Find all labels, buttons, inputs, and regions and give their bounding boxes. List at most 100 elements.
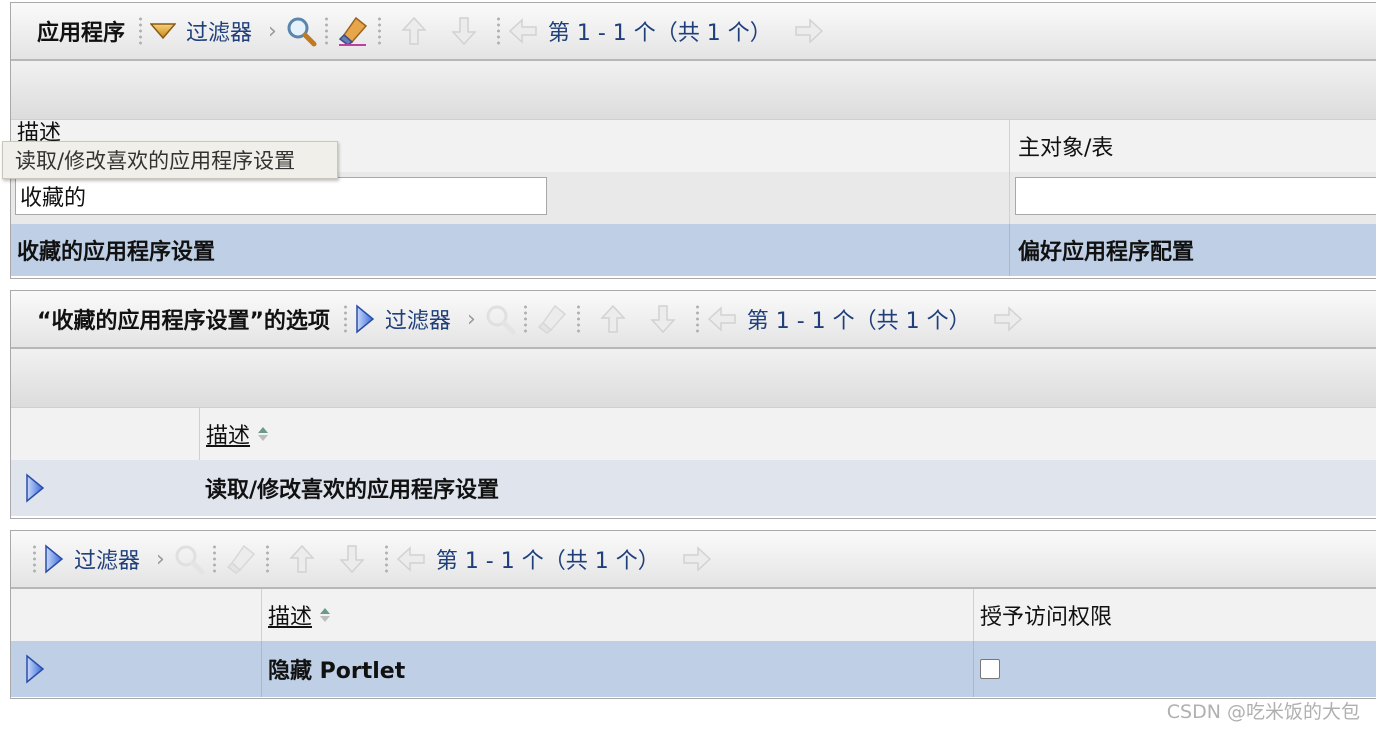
row-expand-cell[interactable] [25, 460, 195, 516]
toolbar-separator [377, 16, 381, 46]
arrow-down-icon [339, 545, 365, 574]
permissions-panel: 过滤器 › 第 1 - 1 个（共 1 个） 描述 授予访问权限 隐藏 Port… [10, 530, 1376, 699]
arrow-right-icon [682, 546, 711, 572]
move-down-button[interactable] [339, 544, 365, 574]
eraser-icon [338, 16, 367, 46]
move-up-button[interactable] [289, 544, 315, 574]
move-down-button[interactable] [650, 304, 676, 334]
options-toolbar: “收藏的应用程序设置”的选项 过滤器 › 第 1 - 1 个（共 1 个） [11, 291, 1376, 349]
arrow-right-icon [794, 18, 823, 44]
magnifier-icon [287, 17, 317, 47]
row-desc-cell: 读取/修改喜欢的应用程序设置 [205, 460, 1376, 516]
row-desc-text: 收藏的应用程序设置 [17, 240, 216, 265]
arrow-left-icon [508, 18, 537, 44]
filter-toggle-button[interactable]: 过滤器 [355, 303, 451, 335]
sort-arrows-icon [258, 426, 269, 442]
toolbar-separator [324, 16, 328, 46]
sort-arrows-icon [320, 607, 331, 623]
arrow-up-icon [600, 304, 626, 333]
desc-filter-input[interactable]: 收藏的 [15, 177, 547, 215]
magnifier-icon [486, 305, 516, 335]
filter-label: 过滤器 [384, 309, 451, 334]
applications-toolbar: 应用程序 过滤器 › 第 1 - 1 个（共 1 个） [11, 3, 1376, 61]
clear-filter-button[interactable] [224, 543, 258, 575]
chevron-right-icon: › [466, 306, 476, 332]
grant-access-column-header[interactable]: 授予访问权限 [973, 589, 1376, 641]
previous-page-button[interactable] [396, 546, 426, 572]
row-handle-header [11, 589, 261, 641]
pager-text: 第 1 - 1 个（共 1 个） [547, 21, 772, 46]
toolbar-separator [384, 544, 388, 574]
desc-column-header[interactable]: 描述 [199, 408, 1376, 460]
row-desc-text: 读取/修改喜欢的应用程序设置 [205, 478, 500, 503]
clear-filter-button[interactable] [535, 303, 569, 335]
move-up-button[interactable] [600, 304, 626, 334]
filter-toggle-button[interactable]: 过滤器 [44, 543, 140, 575]
chevron-right-icon: › [268, 18, 277, 44]
toolbar-separator [523, 304, 527, 334]
search-button[interactable] [173, 543, 205, 575]
next-page-button[interactable] [682, 546, 712, 572]
arrow-right-icon [993, 306, 1022, 332]
arrow-down-icon [650, 305, 676, 334]
grant-access-checkbox[interactable] [980, 659, 1000, 679]
triangle-right-icon[interactable] [25, 654, 45, 684]
search-button[interactable] [285, 15, 317, 47]
eraser-icon [226, 544, 255, 574]
column-header-row: 描述 授予访问权限 [11, 589, 1376, 641]
row-desc-cell: 收藏的应用程序设置 [17, 224, 1007, 276]
filter-toggle-button[interactable]: 过滤器 [150, 15, 252, 47]
triangle-right-icon[interactable] [25, 473, 45, 503]
chevron-right-icon: › [156, 546, 165, 572]
grant-access-header-label: 授予访问权限 [980, 605, 1113, 630]
next-page-button[interactable] [993, 306, 1023, 332]
filter-row: 收藏的 [11, 172, 1376, 224]
search-button[interactable] [484, 303, 516, 335]
tooltip-text: 读取/修改喜欢的应用程序设置 [15, 149, 296, 173]
toolbar-separator [576, 304, 580, 334]
toolbar-separator [496, 16, 500, 46]
main-object-filter-input[interactable] [1015, 177, 1376, 215]
triangle-right-icon [356, 304, 375, 334]
eraser-icon [537, 304, 566, 334]
row-expand-cell[interactable] [25, 641, 255, 697]
toolbar-separator [33, 544, 36, 574]
toolbar-separator [139, 16, 143, 46]
filter-label: 过滤器 [74, 549, 141, 574]
main-object-header-label: 主对象/表 [1018, 136, 1114, 161]
magnifier-icon [175, 545, 205, 575]
row-desc-text: 隐藏 Portlet [268, 659, 406, 684]
toolbar-separator [265, 544, 269, 574]
desc-sort-link[interactable]: 描述 [268, 599, 312, 631]
description-tooltip: 读取/修改喜欢的应用程序设置 [2, 141, 338, 179]
table-row[interactable]: 隐藏 Portlet [11, 641, 1376, 697]
options-title: “收藏的应用程序设置”的选项 [37, 309, 330, 334]
row-desc-cell: 隐藏 Portlet [261, 641, 980, 697]
row-main-text: 偏好应用程序配置 [1018, 240, 1195, 265]
arrow-down-icon [451, 17, 477, 46]
table-row[interactable]: 收藏的应用程序设置 偏好应用程序配置 [11, 224, 1376, 276]
triangle-right-icon [45, 544, 64, 574]
clear-filter-button[interactable] [336, 15, 370, 47]
pager-text: 第 1 - 1 个（共 1 个） [746, 309, 971, 334]
main-object-column-header[interactable]: 主对象/表 [1009, 120, 1376, 172]
row-main-cell: 偏好应用程序配置 [1009, 224, 1376, 276]
applications-title: 应用程序 [37, 21, 126, 46]
next-page-button[interactable] [794, 18, 824, 44]
toolbar-separator [695, 304, 699, 334]
desc-sort-link[interactable]: 描述 [206, 418, 250, 450]
move-down-button[interactable] [451, 16, 477, 46]
arrow-up-icon [289, 544, 315, 573]
desc-column-header[interactable]: 描述 [261, 589, 980, 641]
table-row[interactable]: 读取/修改喜欢的应用程序设置 [11, 460, 1376, 516]
chevron-down-icon [150, 23, 177, 40]
arrow-up-icon [401, 16, 427, 45]
toolbar-separator [212, 544, 216, 574]
options-panel: “收藏的应用程序设置”的选项 过滤器 › 第 1 - 1 个（共 1 个） 描述… [10, 290, 1376, 519]
previous-page-button[interactable] [508, 18, 538, 44]
desc-filter-value: 收藏的 [20, 186, 87, 211]
row-handle-header [11, 408, 199, 460]
move-up-button[interactable] [401, 16, 427, 46]
previous-page-button[interactable] [707, 306, 737, 332]
row-grant-cell [973, 641, 1376, 697]
